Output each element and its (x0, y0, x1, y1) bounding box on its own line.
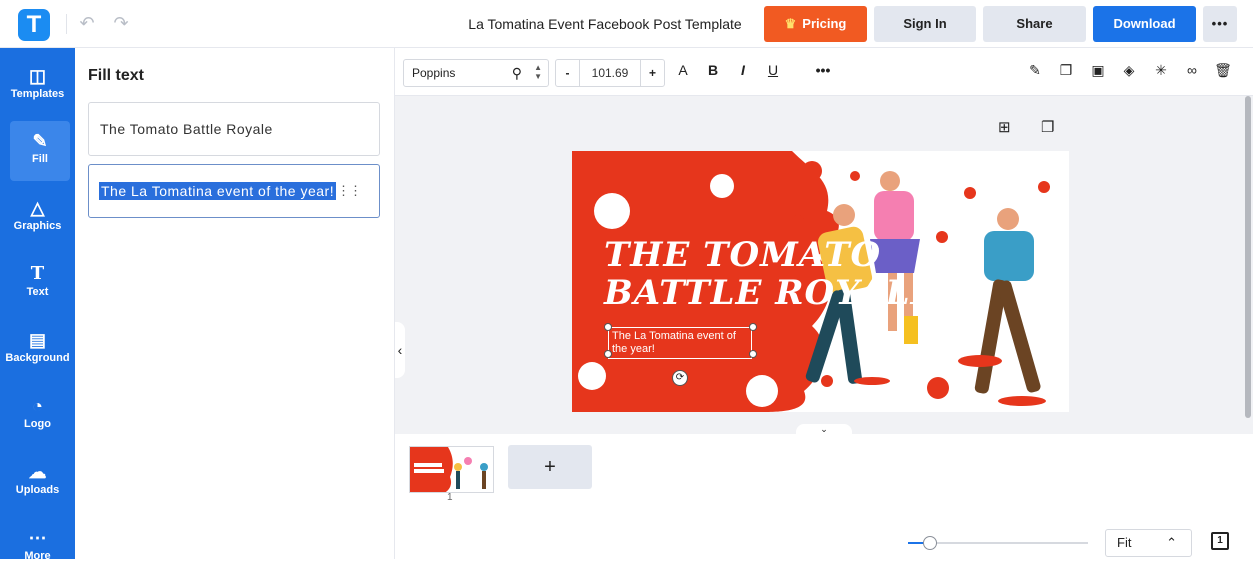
design-subtitle-selected[interactable]: The La Tomatina event of the year! (608, 327, 752, 359)
pencil-icon: ✎ (32, 131, 48, 151)
font-size-stepper[interactable]: - 101.69 + (555, 59, 665, 87)
resize-handle[interactable] (604, 350, 612, 358)
decrease-size-button[interactable]: - (556, 60, 580, 86)
templates-icon: ◫ (28, 66, 46, 86)
vertical-scrollbar[interactable] (1245, 96, 1251, 418)
page-thumbnail[interactable] (409, 446, 494, 493)
sidebar-item-label: Background (5, 352, 70, 364)
increase-size-button[interactable]: + (640, 60, 664, 86)
redo-icon[interactable]: ↷ (110, 12, 132, 34)
page-strip: 1 + Fit ⌃ 1 (395, 434, 1253, 559)
font-color-button[interactable]: A (673, 62, 693, 78)
fill-panel: Fill text The Tomato Battle Royale The L… (75, 48, 395, 559)
divider (66, 14, 67, 34)
document-title[interactable]: La Tomatina Event Facebook Post Template (460, 16, 750, 32)
sidebar-item-text[interactable]: T Text (0, 254, 75, 314)
drag-handle-icon[interactable]: ⋮⋮ (337, 183, 362, 199)
headline-line-1: THE TOMATO (604, 235, 882, 275)
pricing-label: Pricing (802, 16, 847, 31)
fill-text-value[interactable]: The La Tomatina event of the year! (99, 182, 337, 200)
logo-icon: ◔ (32, 396, 43, 416)
align-icon[interactable]: ✳ (1151, 62, 1171, 79)
sidebar-item-graphics[interactable]: △ Graphics (0, 188, 75, 248)
resize-handle[interactable] (749, 323, 757, 331)
underline-button[interactable]: U (763, 62, 783, 78)
download-button[interactable]: Download (1093, 6, 1196, 42)
expand-strip-button[interactable]: ⌄ (796, 424, 852, 434)
panel-title: Fill text (88, 67, 145, 84)
sidebar-item-background[interactable]: ▤ Background (0, 320, 75, 380)
zoom-slider[interactable] (908, 536, 1088, 550)
more-icon: ⋯ (28, 528, 47, 548)
design-canvas[interactable]: THE TOMATO BATTLE ROYALE The La Tomatina… (572, 151, 1069, 412)
fill-text-value[interactable]: The Tomato Battle Royale (100, 121, 273, 137)
bold-button[interactable]: B (703, 62, 723, 78)
duplicate-icon[interactable]: ❐ (1056, 62, 1076, 79)
resize-handle[interactable] (604, 323, 612, 331)
top-bar: T ↶ ↷ La Tomatina Event Facebook Post Te… (0, 0, 1253, 48)
sidebar-item-label: Graphics (13, 220, 62, 232)
opacity-icon[interactable]: ◈ (1119, 62, 1139, 79)
sign-in-button[interactable]: Sign In (874, 6, 976, 42)
italic-button[interactable]: I (733, 62, 753, 78)
font-size-input[interactable]: 101.69 (580, 60, 640, 86)
undo-icon[interactable]: ↶ (76, 12, 98, 34)
headline-line-2: BATTLE ROYALE (604, 273, 938, 313)
text-icon: T (30, 263, 45, 284)
link-icon[interactable]: ∞ (1182, 62, 1202, 78)
text-toolbar: Poppins ⚲ ▲ ▼ - 101.69 + A B I U ••• ✎ ❐ … (395, 48, 1253, 96)
design-headline[interactable]: THE TOMATO BATTLE ROYALE (604, 236, 937, 312)
search-icon[interactable]: ⚲ (512, 60, 522, 86)
add-page-button[interactable]: + (508, 445, 592, 489)
more-text-options-button[interactable]: ••• (813, 62, 833, 78)
rotate-handle-icon[interactable]: ⟳ (672, 370, 688, 386)
shapes-icon: △ (30, 198, 45, 218)
sidebar-item-label: Templates (10, 88, 65, 100)
cloud-upload-icon: ☁ (28, 462, 47, 482)
left-rail: ◫ Templates ✎ Fill △ Graphics T Text ▤ B… (0, 48, 75, 562)
canvas-area[interactable]: ‹ ⊞ ❐ THE TOMATO BATTLE ROYALE The La To… (395, 96, 1253, 434)
zoom-slider-knob[interactable] (923, 536, 937, 550)
sidebar-item-fill[interactable]: ✎ Fill (10, 121, 70, 181)
zoom-select-value: Fit (1117, 535, 1132, 550)
sidebar-item-label: Uploads (15, 484, 60, 496)
add-page-icon[interactable]: ⊞ (998, 118, 1011, 136)
sidebar-item-logo[interactable]: ◔ Logo (0, 386, 75, 446)
thumbnail-artwork (410, 447, 488, 492)
sidebar-item-uploads[interactable]: ☁ Uploads (0, 452, 75, 512)
fill-text-field-selected[interactable]: The La Tomatina event of the year! ⋮⋮ (88, 164, 380, 218)
trash-icon[interactable]: 🗑 (1213, 62, 1233, 79)
font-family-value: Poppins (412, 66, 456, 80)
more-options-button[interactable]: ••• (1203, 6, 1237, 42)
spinner-icon[interactable]: ▲ ▼ (534, 63, 542, 81)
pricing-button[interactable]: ♛ Pricing (764, 6, 867, 42)
sidebar-item-label: Fill (32, 153, 48, 165)
chevron-up-icon: ⌃ (1166, 535, 1177, 550)
layer-icon[interactable]: ▣ (1088, 62, 1108, 79)
fill-text-field[interactable]: The Tomato Battle Royale (88, 102, 380, 156)
app-logo[interactable]: T (18, 9, 50, 41)
sidebar-item-templates[interactable]: ◫ Templates (0, 56, 75, 116)
sidebar-item-label: More (24, 550, 51, 562)
sidebar-item-more[interactable]: ⋯ More (0, 518, 75, 578)
font-family-select[interactable]: Poppins ⚲ ▲ ▼ (403, 59, 549, 87)
pages-overview-icon[interactable]: 1 (1211, 532, 1229, 550)
sidebar-item-label: Text (26, 286, 49, 298)
crown-icon: ♛ (784, 16, 797, 31)
format-painter-icon[interactable]: ✎ (1025, 62, 1045, 79)
resize-handle[interactable] (749, 350, 757, 358)
duplicate-page-icon[interactable]: ❐ (1041, 118, 1054, 136)
page-number: 1 (447, 492, 453, 503)
share-button[interactable]: Share (983, 6, 1086, 42)
collapse-panel-button[interactable]: ‹ (395, 322, 405, 378)
sidebar-item-label: Logo (24, 418, 51, 430)
zoom-select[interactable]: Fit ⌃ (1105, 529, 1192, 557)
background-icon: ▤ (28, 330, 46, 350)
